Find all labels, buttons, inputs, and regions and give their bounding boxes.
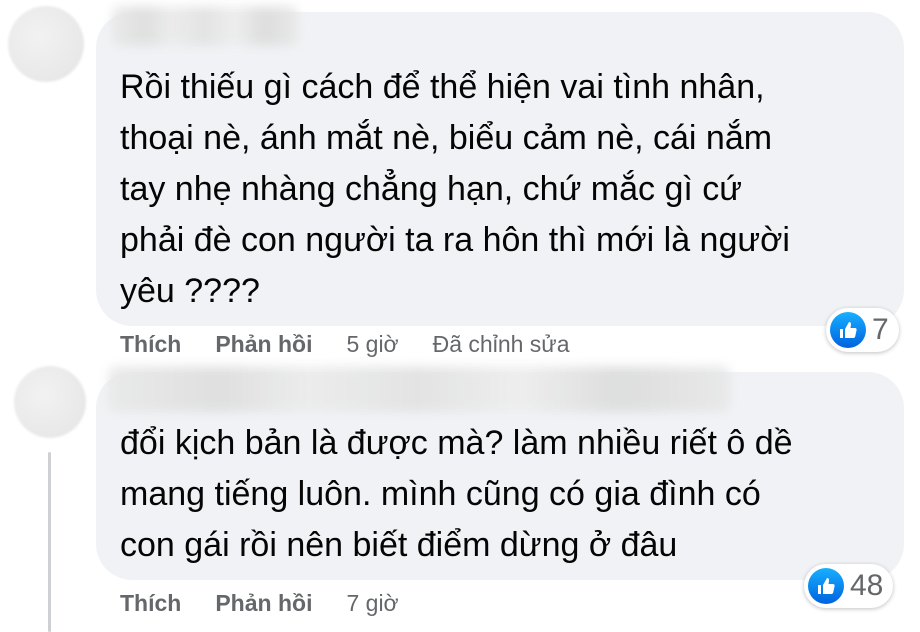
comment-text: đổi kịch bản là được mà? làm nhiều riết … (120, 424, 793, 564)
comment-2: đổi kịch bản là được mà? làm nhiều riết … (0, 0, 920, 632)
reaction-badge[interactable]: 48 (804, 564, 894, 608)
like-icon (808, 568, 844, 604)
thread-line (48, 452, 51, 632)
reply-button[interactable]: Phản hồi (215, 590, 312, 617)
comment-actions: Thích Phản hồi 7 giờ (120, 590, 433, 617)
avatar[interactable] (14, 366, 86, 438)
timestamp[interactable]: 7 giờ (346, 590, 398, 617)
like-button[interactable]: Thích (120, 590, 181, 617)
reaction-count: 48 (850, 569, 884, 602)
author-name-blurred[interactable] (108, 366, 730, 412)
